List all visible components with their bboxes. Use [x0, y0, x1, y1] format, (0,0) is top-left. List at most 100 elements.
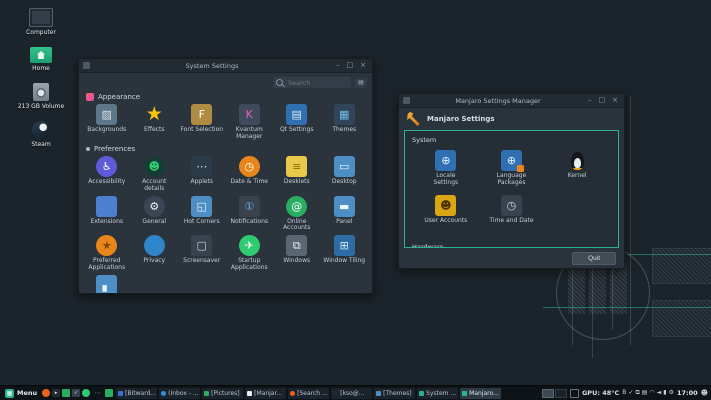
window-panes-icon[interactable]: ⧉	[635, 390, 639, 396]
web-app-icon[interactable]	[82, 389, 90, 397]
settings-tile-qt-settings[interactable]: ▤Qt Settings	[273, 104, 321, 141]
minimize-icon[interactable]: –	[334, 62, 342, 69]
user-icon[interactable]: ☻	[701, 389, 708, 397]
taskbar-item-terminal[interactable]: [kso@...	[331, 388, 372, 399]
wifi-icon[interactable]: ◠	[649, 390, 654, 396]
taskbar-item-manjaro-doc[interactable]: [Manjar...	[245, 388, 286, 399]
settings-tile-privacy[interactable]: Privacy	[131, 235, 179, 272]
quit-button[interactable]: Quit	[572, 252, 616, 265]
desktop-icon-home[interactable]: Home	[10, 47, 72, 72]
workspace-1[interactable]	[542, 389, 554, 398]
settings-tile-backgrounds[interactable]: ▨Backgrounds	[83, 104, 131, 141]
desktop-icon-volume[interactable]: 213 GB Volume	[10, 83, 72, 110]
settings-tile-themes[interactable]: ▦Themes	[321, 104, 369, 141]
settings-tile-notifications[interactable]: ①Notifications	[226, 196, 274, 233]
wallpaper-ornament-line	[628, 254, 711, 255]
taskbar-item-manjaro-settings[interactable]: Manjaro...	[460, 388, 501, 399]
battery-icon[interactable]: ▮	[663, 390, 666, 396]
settings-tile-screensaver[interactable]: ▢Screensaver	[178, 235, 226, 272]
settings-tile-desktop[interactable]: ▭Desktop	[321, 156, 369, 193]
tile-label: Account details	[132, 179, 177, 193]
gear-icon[interactable]: ⚙	[669, 390, 674, 396]
wallpaper-ornament-bar	[568, 262, 585, 314]
settings-tile-extensions[interactable]: Extensions	[83, 196, 131, 233]
manjaro-tile-time-and-date[interactable]: ◷Time and Date	[479, 195, 545, 229]
tile-label: Kernel	[568, 173, 587, 180]
pinned-folder-icon[interactable]	[105, 389, 113, 397]
search-box[interactable]	[273, 77, 351, 88]
tile-label: Desklets	[284, 179, 310, 186]
files-icon[interactable]	[62, 389, 70, 397]
settings-tile-general[interactable]: ⚙General	[131, 196, 179, 233]
workspace-2[interactable]	[555, 389, 567, 398]
close-icon[interactable]: ×	[610, 97, 620, 104]
maximize-icon[interactable]: □	[345, 62, 356, 69]
settings-tile-kvantum-manager[interactable]: KKvantum Manager	[226, 104, 274, 141]
computer-icon	[29, 8, 53, 27]
taskbar-item-bitwarden[interactable]: [Bitward...	[116, 388, 157, 399]
settings-titlebar[interactable]: System Settings – □ ×	[79, 59, 372, 73]
taskbar-item-inbox[interactable]: (Inbox - ...	[159, 388, 200, 399]
menu-button[interactable]: ▦ Menu	[3, 389, 39, 398]
manjaro-tile-kernel[interactable]: Kernel	[544, 150, 610, 187]
manjaro-grid: ⊕Locale Settings⊕Language Packages Kernel…	[405, 146, 618, 233]
window-menu-icon[interactable]	[83, 62, 90, 69]
window-menu-icon[interactable]	[403, 97, 410, 104]
search-input[interactable]	[286, 78, 348, 88]
settings-tile-effects[interactable]: ★Effects	[131, 104, 179, 141]
maximize-icon[interactable]: □	[597, 97, 608, 104]
settings-tile-font-selection[interactable]: FFont Selection	[178, 104, 226, 141]
appearance-icon	[86, 93, 94, 101]
settings-tile-windows[interactable]: ⧉Windows	[273, 235, 321, 272]
bluetooth-icon[interactable]: B	[622, 390, 626, 396]
manjaro-settings-window: Manjaro Settings Manager – □ × Manjaro S…	[398, 93, 625, 269]
desktop-icon-steam[interactable]: Steam	[10, 121, 72, 148]
settings-tile-hot-corners[interactable]: ◱Hot Corners	[178, 196, 226, 233]
themes-icon: ▦	[334, 104, 355, 125]
clock[interactable]: 17:00	[677, 389, 698, 397]
overflow-icon[interactable]: ⋯	[93, 389, 102, 397]
settings-tile-startup-applications[interactable]: ✈Startup Applications	[226, 235, 274, 272]
taskbar-item-system-settings[interactable]: System ...	[417, 388, 458, 399]
volume-icon	[33, 83, 49, 101]
settings-tile-date-time[interactable]: ◷Date & Time	[226, 156, 274, 193]
terminal-icon[interactable]: ▸	[52, 389, 60, 397]
settings-tile-applets[interactable]: ⋯Applets	[178, 156, 226, 193]
settings-tile-panel[interactable]: ▬Panel	[321, 196, 369, 233]
settings-tile-workspaces[interactable]: ▖	[83, 275, 131, 294]
kernel-icon	[567, 150, 588, 171]
settings-tile-window-tiling[interactable]: ⊞Window Tiling	[321, 235, 369, 272]
volume-icon[interactable]: ◄	[657, 390, 662, 396]
settings-tile-desklets[interactable]: ≡ Desklets	[273, 156, 321, 193]
settings-tile-accessibility[interactable]: ♿Accessibility	[83, 156, 131, 193]
windows-icon: ⧉	[286, 235, 307, 256]
window-title: Manjaro Settings Manager	[413, 97, 583, 105]
desklets-icon: ≡	[286, 156, 307, 177]
settings-tile-preferred-applications[interactable]: ★Preferred Applications	[83, 235, 131, 272]
show-desktop-icon[interactable]	[570, 389, 579, 398]
close-icon[interactable]: ×	[358, 62, 368, 69]
taskbar-item-themes[interactable]: [Themes]	[374, 388, 415, 399]
desktop-icon-computer[interactable]: Computer	[10, 8, 72, 36]
manjaro-tile-language-packages[interactable]: ⊕Language Packages	[479, 150, 545, 187]
gpu-temp: GPU: 48°C	[582, 389, 619, 397]
shield-check-icon[interactable]: ✓	[628, 390, 633, 396]
taskbar-item-pictures[interactable]: [Pictures]	[202, 388, 243, 399]
settings-tile-online-accounts[interactable]: @Online Accounts	[273, 196, 321, 233]
editor-icon[interactable]: ✓	[72, 389, 80, 397]
language-packages-icon: ⊕	[501, 150, 522, 171]
view-toggle-icon[interactable]: ▤	[355, 78, 367, 88]
keyboard-icon[interactable]: ▤	[642, 390, 648, 396]
manjaro-titlebar[interactable]: Manjaro Settings Manager – □ ×	[399, 94, 624, 108]
pinned-list	[105, 389, 113, 397]
manjaro-tile-user-accounts[interactable]: ☻User Accounts	[413, 195, 479, 229]
firefox-icon[interactable]	[42, 389, 50, 397]
workspace-switcher[interactable]	[542, 389, 567, 398]
settings-tile-account-details[interactable]: ☻Account details	[131, 156, 179, 193]
window-tiling-icon: ⊞	[334, 235, 355, 256]
minimize-icon[interactable]: –	[586, 97, 594, 104]
desktop-icon-label: Steam	[31, 141, 50, 148]
terminal-icon	[333, 391, 338, 396]
taskbar-item-search[interactable]: [Search ...	[288, 388, 329, 399]
manjaro-tile-locale-settings[interactable]: ⊕Locale Settings	[413, 150, 479, 187]
